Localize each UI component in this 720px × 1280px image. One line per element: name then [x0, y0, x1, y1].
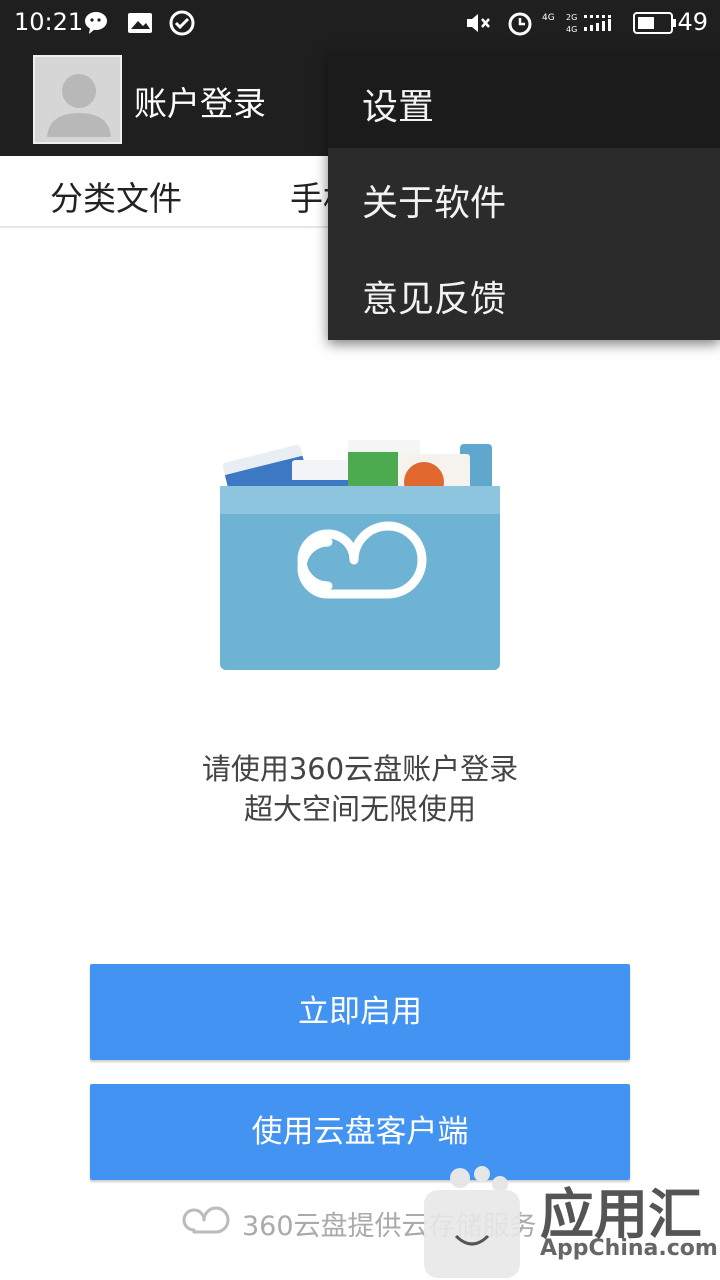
svg-text:2G: 2G	[566, 13, 577, 22]
battery-level: 49	[677, 8, 708, 36]
tab-category-files[interactable]: 分类文件	[50, 172, 182, 220]
menu-item-settings[interactable]: 设置	[328, 52, 720, 148]
menu-item-label: 意见反馈	[362, 279, 507, 320]
svg-text:4G: 4G	[542, 13, 555, 23]
account-login-label[interactable]: 账户登录	[134, 77, 266, 125]
battery-icon	[633, 12, 676, 34]
cloud-folder-icon	[220, 440, 500, 670]
svg-text:4G: 4G	[566, 25, 577, 34]
status-time: 10:21	[14, 8, 84, 36]
wechat-icon	[85, 12, 107, 34]
login-message-line2: 超大空间无限使用	[243, 792, 476, 826]
menu-item-feedback[interactable]: 意见反馈	[328, 244, 720, 340]
avatar[interactable]	[33, 55, 122, 144]
menu-item-label: 设置	[362, 87, 435, 128]
status-bar: 10:21 4G 2G 4G 49	[0, 0, 720, 45]
image-message-icon	[128, 13, 152, 33]
login-message-line1: 请使用360云盘账户登录	[201, 752, 519, 786]
watermark-logo	[424, 1166, 520, 1278]
menu-item-label: 关于软件	[362, 183, 507, 224]
avatar-placeholder-icon	[47, 74, 111, 137]
overflow-menu: 设置 关于软件 意见反馈	[328, 52, 720, 340]
alarm-icon	[508, 12, 532, 36]
check-circle-icon	[169, 10, 195, 36]
enable-now-button[interactable]: 立即启用	[90, 964, 630, 1060]
cloud-logo-icon	[182, 1206, 230, 1234]
watermark-subtitle: AppChina.com	[540, 1236, 718, 1261]
mute-icon	[467, 14, 490, 32]
menu-item-about[interactable]: 关于软件	[328, 148, 720, 244]
signal-icon: 4G 2G 4G	[542, 13, 611, 34]
watermark: 应用汇 AppChina.com	[420, 1160, 720, 1280]
